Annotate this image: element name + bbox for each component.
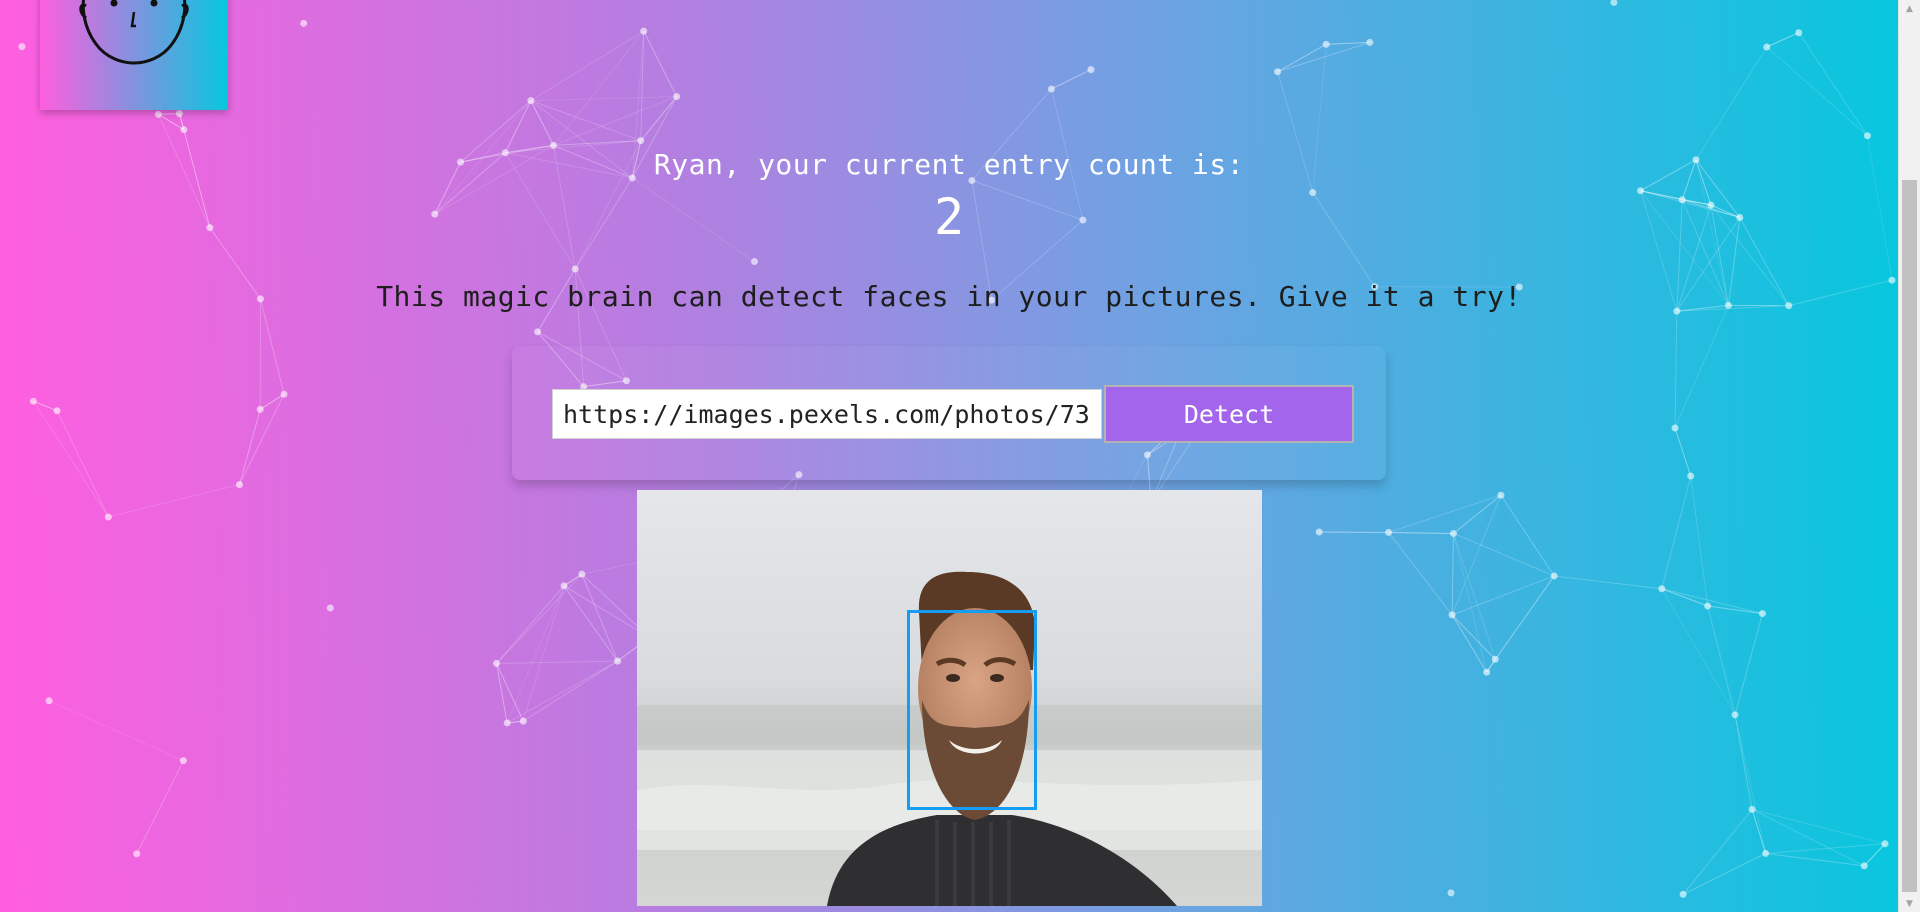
entry-count-value: 2 <box>933 188 965 246</box>
scroll-thumb[interactable] <box>1902 180 1917 892</box>
scroll-up-arrow-icon[interactable]: ▲ <box>1899 0 1920 17</box>
entry-count-message: Ryan, your current entry count is: <box>653 148 1245 181</box>
face-outline-icon <box>79 0 189 65</box>
scroll-down-arrow-icon[interactable]: ▼ <box>1899 895 1920 912</box>
detect-button[interactable]: Detect <box>1104 385 1354 443</box>
face-bounding-box <box>907 610 1037 810</box>
intro-description: This magic brain can detect faces in you… <box>376 280 1522 313</box>
logo-card <box>40 0 228 110</box>
vertical-scrollbar[interactable]: ▲ ▼ <box>1898 0 1920 912</box>
image-url-input[interactable] <box>552 389 1102 439</box>
face-detection-image <box>637 490 1262 906</box>
